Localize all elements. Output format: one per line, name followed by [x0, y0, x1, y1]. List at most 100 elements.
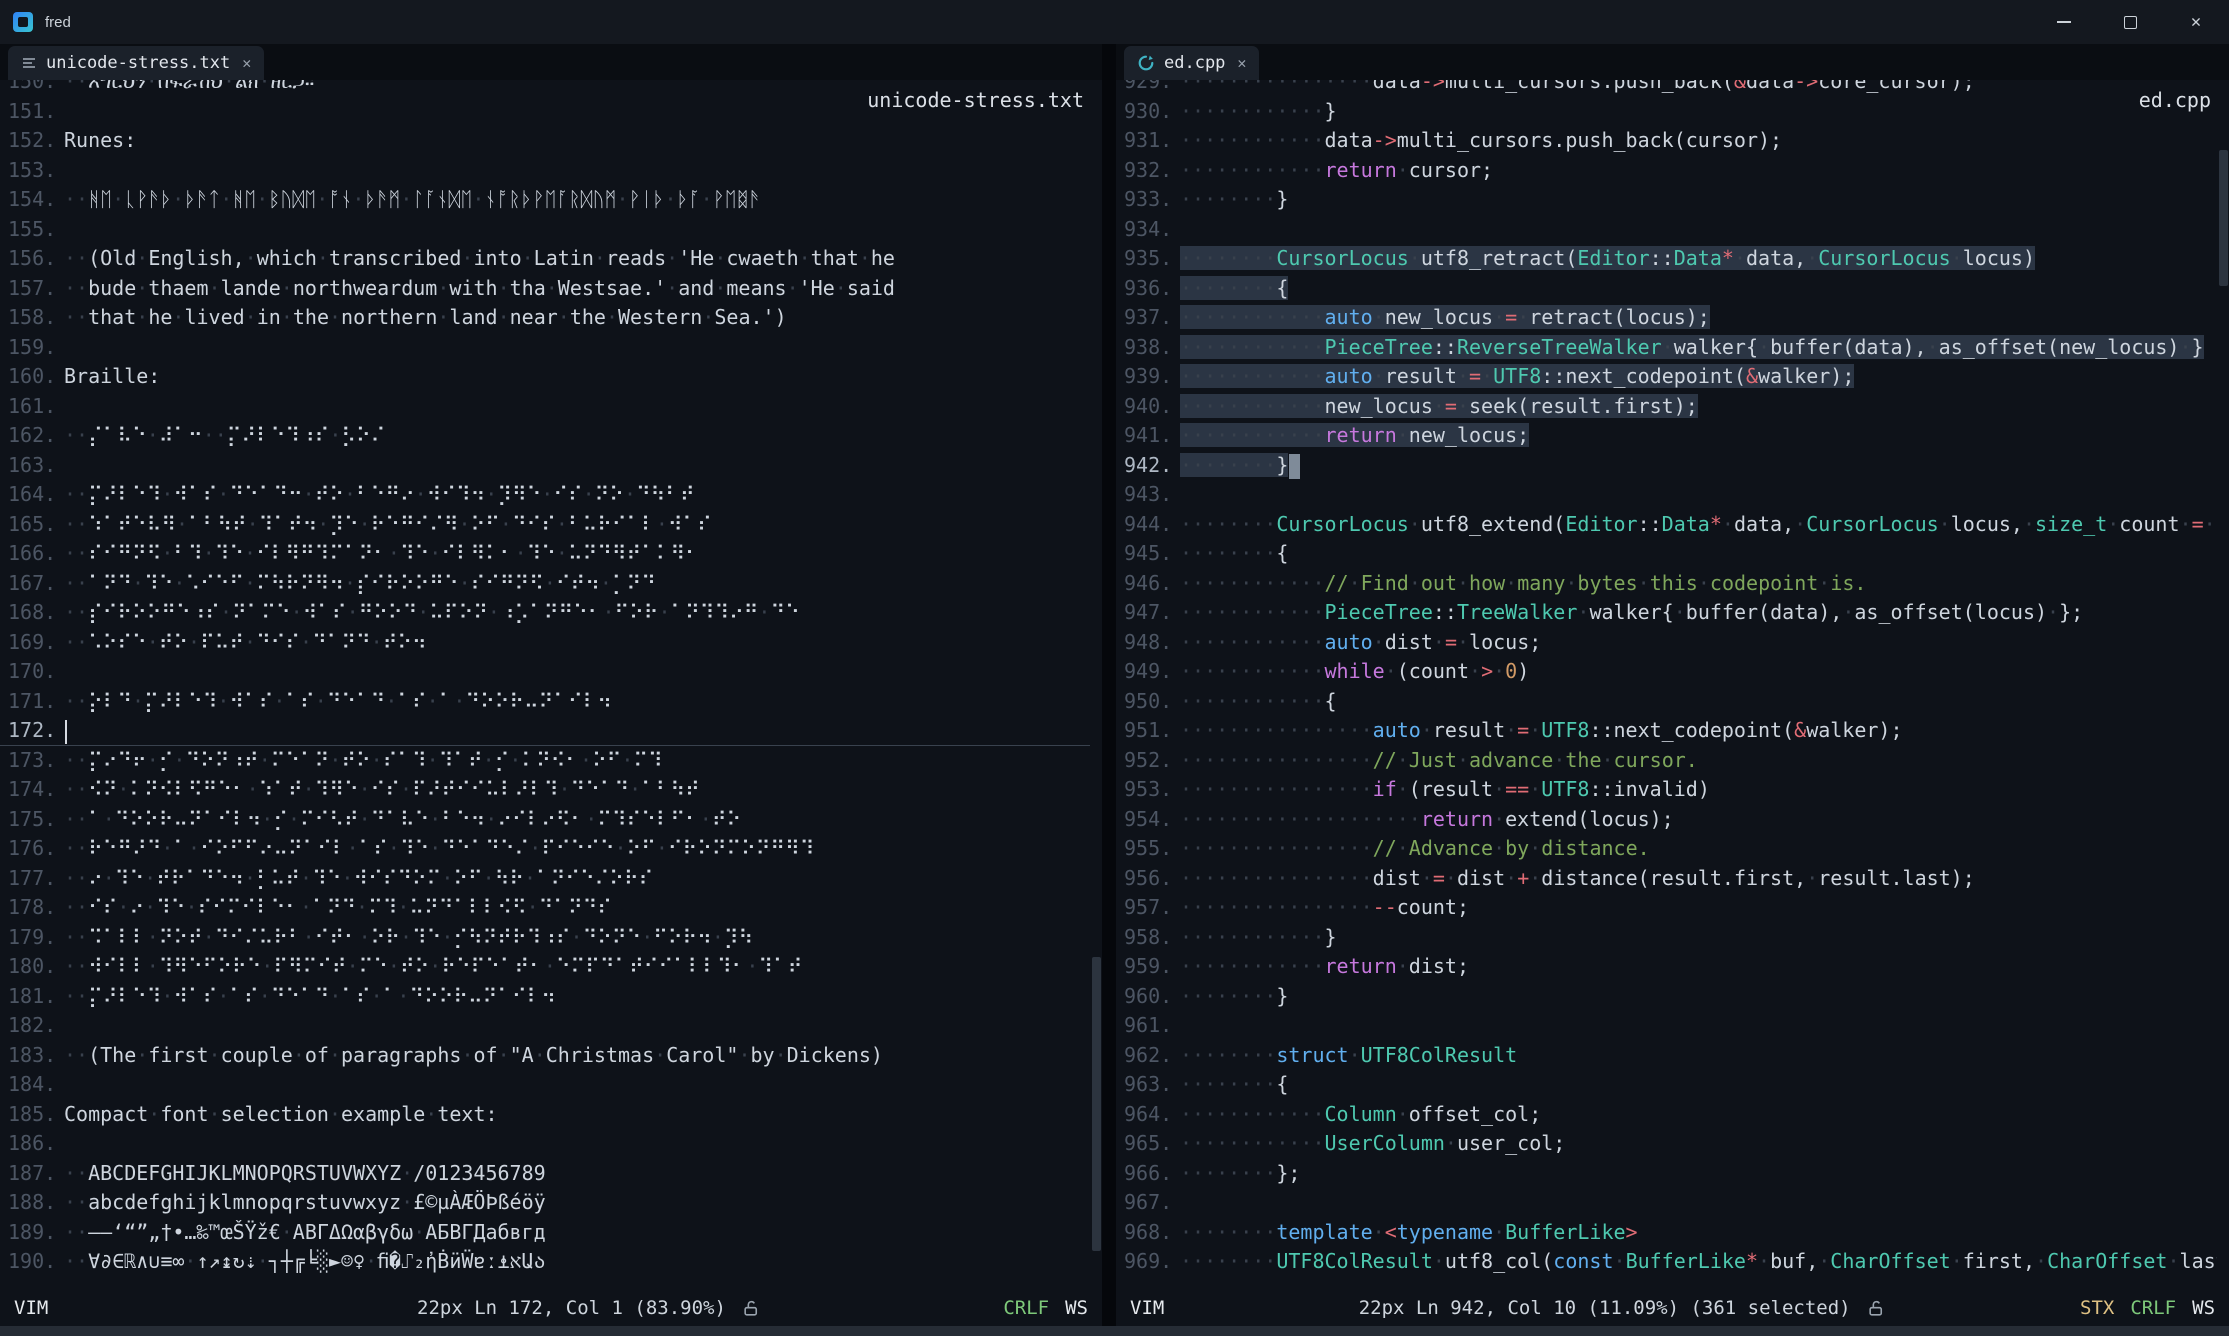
code-line[interactable]: 939.············auto·result·=·UTF8::next…	[1116, 362, 2217, 392]
cursor-position[interactable]: 22px Ln 172, Col 1 (83.90%)	[417, 1297, 726, 1319]
scrollbar-thumb[interactable]	[1092, 957, 1101, 1251]
code-line[interactable]: 182.	[0, 1011, 1090, 1041]
close-button[interactable]: ✕	[2163, 0, 2229, 44]
lock-open-icon[interactable]	[1867, 1299, 1886, 1318]
code-line[interactable]: 188.··abcdefghijklmnopqrstuvwxyz·£©µÀÆÖÞ…	[0, 1188, 1090, 1218]
code-line[interactable]: 951.················auto·result·=·UTF8::…	[1116, 716, 2217, 746]
tab-close-icon[interactable]: ✕	[1237, 54, 1246, 72]
code-line[interactable]: 956.················dist·=·dist·+·distan…	[1116, 864, 2217, 894]
eol-indicator[interactable]: CRLF	[1003, 1297, 1049, 1319]
cursor-position[interactable]: 22px Ln 942, Col 10 (11.09%) (361 select…	[1359, 1297, 1851, 1319]
code-line[interactable]: 948.············auto·dist·=·locus;	[1116, 628, 2217, 658]
code-line[interactable]: 965.············UserColumn·user_col;	[1116, 1129, 2217, 1159]
code-line[interactable]: 161.	[0, 392, 1090, 422]
code-line[interactable]: 173.··⡍⠔⠙⠖·⡊·⠙⠕⠝⠰⠞·⠍⠑⠁⠝·⠞⠕·⠎⠁⠹·⠹⠁⠞·⡊·⠅⠝⠪…	[0, 746, 1090, 776]
code-line[interactable]: 962.········struct·UTF8ColResult	[1116, 1041, 2217, 1071]
code-line[interactable]: 186.	[0, 1129, 1090, 1159]
code-line[interactable]: 955.················//·Advance·by·distan…	[1116, 834, 2217, 864]
code-line[interactable]: 174.··⠪⠝·⠅⠝⠪⠇⠫⠛⠑⠂·⠱⠁⠞·⠹⠻⠑·⠊⠎·⠏⠜⠞⠊⠊⠥⠇⠜⠇⠹·…	[0, 775, 1090, 805]
code-line[interactable]: 954.····················return·extend(lo…	[1116, 805, 2217, 835]
editor-left[interactable]: unicode-stress.txt 150.··እግርህን·በፍራሽህ·ልክ·…	[0, 80, 1102, 1290]
tab-unicode-stress[interactable]: unicode-stress.txt ✕	[8, 46, 264, 80]
code-line[interactable]: 938.············PieceTree::ReverseTreeWa…	[1116, 333, 2217, 363]
code-line[interactable]: 158.··that·he·lived·in·the·northern·land…	[0, 303, 1090, 333]
code-line[interactable]: 952.················//·Just·advance·the·…	[1116, 746, 2217, 776]
minimize-button[interactable]	[2031, 0, 2097, 44]
code-line[interactable]: 946.············//·Find·out·how·many·byt…	[1116, 569, 2217, 599]
code-line[interactable]: 959.············return·dist;	[1116, 952, 2217, 982]
eol-indicator[interactable]: CRLF	[2130, 1297, 2176, 1319]
selection-mode-indicator[interactable]: STX	[2080, 1297, 2114, 1319]
whitespace-indicator[interactable]: WS	[1065, 1297, 1088, 1319]
code-line[interactable]: 163.	[0, 451, 1090, 481]
code-line[interactable]: 183.··(The·first·couple·of·paragraphs·of…	[0, 1041, 1090, 1071]
code-line[interactable]: 187.··ABCDEFGHIJKLMNOPQRSTUVWXYZ·/012345…	[0, 1159, 1090, 1189]
code-line[interactable]: 177.··⠔·⠹⠑·⠞⠗⠁⠙⠑⠲·⡃⠥⠞·⠹⠑·⠺⠊⠎⠙⠕⠍·⠕⠋·⠳⠗·⠁⠝…	[0, 864, 1090, 894]
maximize-button[interactable]	[2097, 0, 2163, 44]
code-line[interactable]: 176.··⠗⠑⠛⠜⠙·⠁·⠊⠕⠋⠋⠔⠤⠝⠁⠊⠇·⠁⠎·⠹⠑·⠙⠑⠁⠙⠑⠌·⠏⠊…	[0, 834, 1090, 864]
code-line[interactable]: 169.··⠡⠕⠎⠑·⠞⠕·⠏⠥⠞·⠙⠊⠎·⠙⠁⠝⠙·⠞⠕⠲	[0, 628, 1090, 658]
code-line[interactable]: 171.··⡕⠇⠙·⡍⠜⠇⠑⠹·⠺⠁⠎·⠁⠎·⠙⠑⠁⠙·⠁⠎·⠁·⠙⠕⠕⠗⠤⠝⠁…	[0, 687, 1090, 717]
code-line[interactable]: 164.··⡍⠜⠇⠑⠹·⠺⠁⠎·⠙⠑⠁⠙⠒·⠞⠕·⠃⠑⠛⠔·⠺⠊⠹⠲·⡹⠻⠑·⠊…	[0, 480, 1090, 510]
code-line[interactable]: 929.················data->multi_cursors.…	[1116, 80, 2217, 97]
code-line[interactable]: 933.········}	[1116, 185, 2217, 215]
horizontal-scrollbar[interactable]	[0, 1326, 2229, 1336]
code-line[interactable]: 937.············auto·new_locus·=·retract…	[1116, 303, 2217, 333]
code-line[interactable]: 178.··⠊⠎·⠔·⠹⠑·⠎⠊⠍⠊⠇⠑⠂·⠁⠝⠙·⠍⠹·⠥⠝⠙⠁⠇⠇⠪⠫·⠙⠁…	[0, 893, 1090, 923]
code-line[interactable]: 930.············}	[1116, 97, 2217, 127]
code-line[interactable]: 154.··ᚻᛖ·ᚳᚹᚫᚦ·ᚦᚫᛏ·ᚻᛖ·ᛒᚢᛞᛖ·ᚩᚾ·ᚦᚫᛗ·ᛚᚪᚾᛞᛖ·ᚾ…	[0, 185, 1090, 215]
code-line[interactable]: 180.··⠺⠊⠇⠇·⠹⠻⠑⠋⠕⠗⠑·⠏⠻⠍⠊⠞·⠍⠑·⠞⠕·⠗⠑⠏⠑⠁⠞⠂·⠑…	[0, 952, 1090, 982]
code-line[interactable]: 185.Compact·font·selection·example·text:	[0, 1100, 1090, 1130]
code-line[interactable]: 157.··bude·thaem·lande·northweardum·with…	[0, 274, 1090, 304]
code-line[interactable]: 156.··(Old·English,·which·transcribed·in…	[0, 244, 1090, 274]
code-line[interactable]: 942.········}	[1116, 451, 2217, 481]
code-line[interactable]: 944.········CursorLocus·utf8_extend(Edit…	[1116, 510, 2217, 540]
code-line[interactable]: 175.··⠁·⠙⠕⠕⠗⠤⠝⠁⠊⠇⠲·⡊·⠍⠊⠣⠞·⠙⠁⠧⠑·⠃⠑⠲·⠔⠊⠇⠔⠫…	[0, 805, 1090, 835]
code-line[interactable]: 964.············Column·offset_col;	[1116, 1100, 2217, 1130]
code-line[interactable]: 957.················--count;	[1116, 893, 2217, 923]
code-line[interactable]: 170.	[0, 657, 1090, 687]
lock-open-icon[interactable]	[742, 1299, 761, 1318]
code-line[interactable]: 961.	[1116, 1011, 2217, 1041]
mode-indicator[interactable]: VIM	[1130, 1297, 1164, 1319]
code-line[interactable]: 153.	[0, 156, 1090, 186]
code-line[interactable]: 165.··⠱⠁⠞⠑⠧⠻·⠁⠃⠳⠞·⠹⠁⠞⠲·⡹⠑·⠗⠑⠛⠊⠌⠻·⠕⠋·⠙⠊⠎·…	[0, 510, 1090, 540]
code-line[interactable]: 932.············return·cursor;	[1116, 156, 2217, 186]
code-line[interactable]: 947.············PieceTree::TreeWalker·wa…	[1116, 598, 2217, 628]
code-line[interactable]: 168.··⡎⠊⠗⠕⠕⠛⠑⠰⠎·⠝⠁⠍⠑·⠺⠁⠎·⠛⠕⠕⠙·⠥⠏⠕⠝·⠰⡡⠁⠝⠛…	[0, 598, 1090, 628]
whitespace-indicator[interactable]: WS	[2192, 1297, 2215, 1319]
code-line[interactable]: 966.········};	[1116, 1159, 2217, 1189]
code-line[interactable]: 152.Runes:	[0, 126, 1090, 156]
code-line[interactable]: 953.················if·(result·==·UTF8::…	[1116, 775, 2217, 805]
code-line[interactable]: 950.············{	[1116, 687, 2217, 717]
scrollbar-track[interactable]	[1091, 80, 1102, 1290]
code-line[interactable]: 181.··⡍⠜⠇⠑⠹·⠺⠁⠎·⠁⠎·⠙⠑⠁⠙·⠁⠎·⠁·⠙⠕⠕⠗⠤⠝⠁⠊⠇⠲	[0, 982, 1090, 1012]
tab-close-icon[interactable]: ✕	[242, 54, 251, 72]
code-line[interactable]: 190.··∀∂∈ℝ∧∪≡∞·↑↗↨↻⇣·┐┼╔╘░►☺♀·ﬁ�⑀₂ἠḂӥẄɐː…	[0, 1247, 1090, 1277]
code-line[interactable]: 940.············new_locus·=·seek(result.…	[1116, 392, 2217, 422]
code-line[interactable]: 968.········template·<typename·BufferLik…	[1116, 1218, 2217, 1248]
code-line[interactable]: 943.	[1116, 480, 2217, 510]
editor-right[interactable]: ed.cpp 929.················data->multi_c…	[1116, 80, 2229, 1290]
code-line[interactable]: 179.··⠩⠁⠇⠇·⠝⠕⠞·⠙⠊⠌⠥⠗⠃·⠊⠞⠂·⠕⠗·⠹⠑·⡊⠳⠝⠞⠗⠹⠰⠎…	[0, 923, 1090, 953]
code-line[interactable]: 172.	[0, 716, 1090, 746]
pane-splitter[interactable]	[1102, 44, 1116, 1326]
code-line[interactable]: 155.	[0, 215, 1090, 245]
code-line[interactable]: 159.	[0, 333, 1090, 363]
scrollbar-thumb[interactable]	[2219, 150, 2228, 286]
code-line[interactable]: 936.········{	[1116, 274, 2217, 304]
code-line[interactable]: 934.	[1116, 215, 2217, 245]
code-line[interactable]: 963.········{	[1116, 1070, 2217, 1100]
code-line[interactable]: 167.··⠁⠝⠙·⠹⠑·⠡⠊⠑⠋·⠍⠳⠗⠝⠻⠲·⡎⠊⠗⠕⠕⠛⠑·⠎⠊⠛⠝⠫·⠊…	[0, 569, 1090, 599]
code-line[interactable]: 162.··⡌⠁⠧⠑·⠼⠁⠒··⡍⠜⠇⠑⠹⠰⠎·⡣⠕⠌	[0, 421, 1090, 451]
code-line[interactable]: 967.	[1116, 1188, 2217, 1218]
code-line[interactable]: 166.··⠎⠊⠛⠝⠫·⠃⠹·⠹⠑·⠊⠇⠻⠛⠹⠍⠁⠝⠂·⠹⠑·⠊⠇⠻⠅⠂·⠹⠑·…	[0, 539, 1090, 569]
code-line[interactable]: 184.	[0, 1070, 1090, 1100]
code-line[interactable]: 960.········}	[1116, 982, 2217, 1012]
code-line[interactable]: 935.········CursorLocus·utf8_retract(Edi…	[1116, 244, 2217, 274]
mode-indicator[interactable]: VIM	[14, 1297, 48, 1319]
code-line[interactable]: 160.Braille:	[0, 362, 1090, 392]
code-line[interactable]: 949.············while·(count·>·0)	[1116, 657, 2217, 687]
scrollbar-track[interactable]	[2218, 80, 2229, 1290]
tab-ed-cpp[interactable]: ed.cpp ✕	[1124, 46, 1259, 80]
